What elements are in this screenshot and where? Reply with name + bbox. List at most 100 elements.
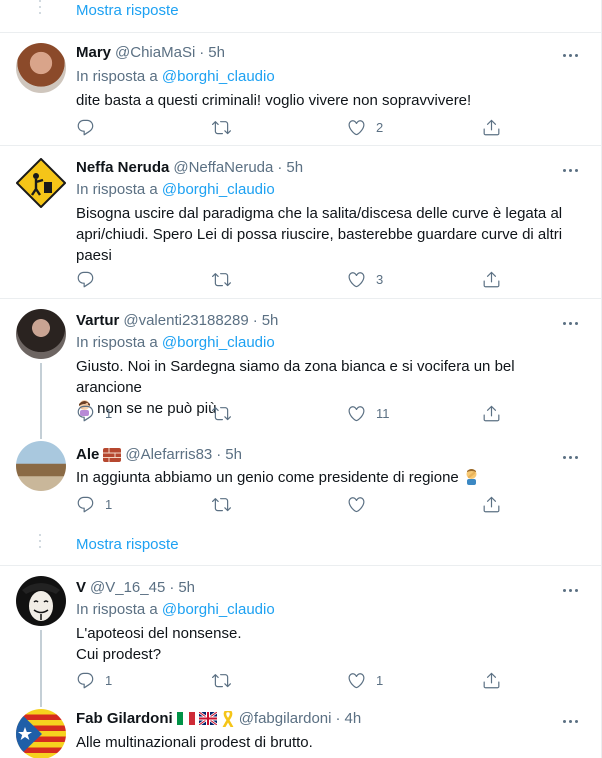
tweet-header: Vartur @valenti23188289 · 5h	[76, 312, 278, 329]
share-button[interactable]	[482, 495, 501, 514]
reply-count: 1	[105, 673, 113, 688]
uk-flag-icon	[198, 712, 217, 725]
retweet-button[interactable]	[212, 118, 231, 137]
reply-count: 1	[105, 497, 113, 512]
estelada-flag-icon	[16, 709, 42, 758]
avatar[interactable]	[16, 158, 66, 208]
more-icon[interactable]	[560, 49, 580, 61]
tweet-header: V @V_16_45 · 5h	[76, 579, 195, 596]
author-name[interactable]: V	[76, 579, 86, 596]
thread-line	[40, 630, 42, 702]
tweet-text: L'apoteosi del nonsense. Cui prodest?	[76, 623, 576, 665]
tweet-actions: 1 11	[76, 404, 496, 424]
tweet-actions: 2	[76, 118, 496, 138]
avatar[interactable]	[16, 43, 66, 93]
tweet[interactable]: Ale @Alefarris83 · 5h In aggiunta abbiam…	[0, 429, 602, 529]
heart-icon	[347, 495, 366, 514]
author-handle[interactable]: @V_16_45	[90, 579, 165, 596]
retweet-button[interactable]	[212, 404, 231, 423]
show-replies-row: Mostra risposte	[0, 0, 602, 26]
author-name[interactable]: Mary	[76, 44, 111, 61]
avatar[interactable]	[16, 576, 66, 626]
ribbon-icon	[221, 710, 235, 727]
share-icon	[482, 495, 501, 514]
like-button[interactable]: 3	[347, 270, 383, 289]
retweet-button[interactable]	[212, 671, 231, 690]
author-handle[interactable]: @fabgilardoni	[239, 710, 332, 727]
mention-link[interactable]: @borghi_claudio	[162, 601, 275, 618]
author-handle[interactable]: @Alefarris83	[125, 446, 212, 463]
avatar[interactable]	[16, 441, 66, 491]
show-replies-link[interactable]: Mostra risposte	[76, 536, 179, 553]
share-button[interactable]	[482, 404, 501, 423]
author-handle[interactable]: @ChiaMaSi	[115, 44, 195, 61]
reply-context: In risposta a @borghi_claudio	[76, 181, 275, 198]
author-name[interactable]: Vartur	[76, 312, 119, 329]
reply-button[interactable]: 1	[76, 404, 112, 423]
mention-link[interactable]: @borghi_claudio	[162, 181, 275, 198]
separator: ·	[169, 579, 175, 596]
author-name[interactable]: Fab Gilardoni	[76, 710, 173, 727]
show-replies-link[interactable]: Mostra risposte	[76, 2, 179, 19]
mask-icon	[22, 583, 60, 621]
reply-button[interactable]	[76, 270, 105, 289]
tweet[interactable]: Neffa Neruda @NeffaNeruda · 5h In rispos…	[0, 145, 602, 297]
timestamp[interactable]: 5h	[208, 44, 225, 61]
avatar[interactable]	[16, 709, 66, 758]
separator: ·	[216, 446, 222, 463]
reply-icon	[76, 404, 95, 423]
like-button[interactable]	[347, 495, 376, 514]
reply-prefix: In risposta a	[76, 181, 158, 198]
tweet[interactable]: Vartur @valenti23188289 · 5h In risposta…	[0, 298, 602, 430]
more-icon[interactable]	[560, 451, 580, 463]
reply-button[interactable]: 1	[76, 495, 112, 514]
like-count: 1	[376, 673, 384, 688]
separator: ·	[199, 44, 205, 61]
tweet-header: Ale @Alefarris83 · 5h	[76, 446, 242, 463]
share-button[interactable]	[482, 270, 501, 289]
reply-icon	[76, 495, 95, 514]
retweet-button[interactable]	[212, 270, 231, 289]
retweet-icon	[212, 671, 231, 690]
avatar[interactable]	[16, 309, 66, 359]
author-handle[interactable]: @NeffaNeruda	[173, 159, 273, 176]
tweet-text: dite basta a questi criminali! voglio vi…	[76, 92, 472, 109]
replies-feed: Mostra risposte Mary @ChiaMaSi · 5h In r…	[0, 0, 602, 758]
author-handle[interactable]: @valenti23188289	[123, 312, 248, 329]
like-button[interactable]: 11	[347, 404, 390, 423]
share-button[interactable]	[482, 118, 501, 137]
share-button[interactable]	[482, 671, 501, 690]
warning-sign-icon	[16, 158, 66, 208]
more-icon[interactable]	[560, 715, 580, 727]
timestamp[interactable]: 5h	[286, 159, 303, 176]
reply-context: In risposta a @borghi_claudio	[76, 334, 275, 351]
author-name[interactable]: Neffa Neruda	[76, 159, 169, 176]
tweet-text: Bisogna uscire dal paradigma che la sali…	[76, 205, 563, 264]
mention-link[interactable]: @borghi_claudio	[162, 334, 275, 351]
heart-icon	[347, 671, 366, 690]
like-button[interactable]: 2	[347, 118, 383, 137]
reply-context: In risposta a @borghi_claudio	[76, 68, 275, 85]
more-icon[interactable]	[560, 164, 580, 176]
brick-emoji-icon	[103, 447, 122, 462]
reply-button[interactable]	[76, 118, 105, 137]
more-icon[interactable]	[560, 584, 580, 596]
timestamp[interactable]: 5h	[262, 312, 279, 329]
timestamp[interactable]: 5h	[178, 579, 195, 596]
reply-icon	[76, 270, 95, 289]
timestamp[interactable]: 5h	[225, 446, 242, 463]
retweet-button[interactable]	[212, 495, 231, 514]
author-name[interactable]: Ale	[76, 446, 99, 463]
timestamp[interactable]: 4h	[344, 710, 361, 727]
tweet[interactable]: Mary @ChiaMaSi · 5h In risposta a @borgh…	[0, 32, 602, 144]
thread-dots	[38, 534, 42, 554]
thread-dots	[38, 0, 42, 20]
mention-link[interactable]: @borghi_claudio	[162, 68, 275, 85]
tweet[interactable]: Fab Gilardoni @fabgilardoni · 4h Alle mu…	[0, 701, 602, 758]
separator: ·	[335, 710, 341, 727]
tweet[interactable]: V @V_16_45 · 5h In risposta a @borghi_cl…	[0, 565, 602, 702]
reply-count: 1	[105, 406, 113, 421]
more-icon[interactable]	[560, 317, 580, 329]
like-button[interactable]: 1	[347, 671, 383, 690]
reply-button[interactable]: 1	[76, 671, 112, 690]
